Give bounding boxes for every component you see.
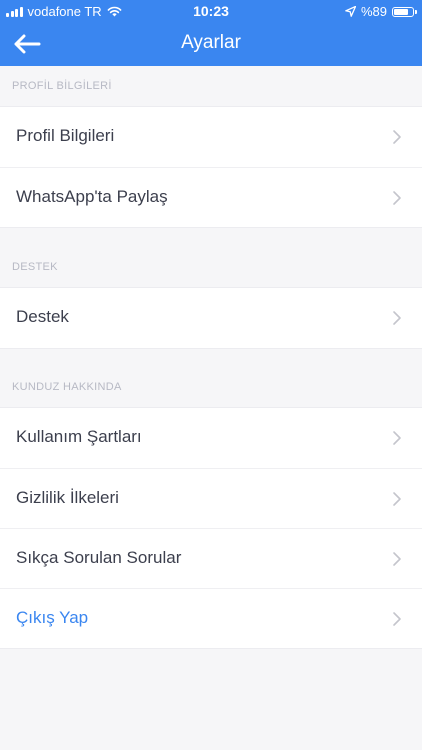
list-item-profile-info[interactable]: Profil Bilgileri [0, 107, 422, 167]
list-item-label: Sıkça Sorulan Sorular [16, 548, 182, 567]
group-support: Destek [0, 287, 422, 349]
section-header-about: KUNDUZ HAKKINDA [12, 381, 122, 393]
status-right: %89 [345, 4, 417, 19]
section-header-support: DESTEK [12, 261, 58, 273]
chevron-right-icon [393, 431, 401, 445]
logout-label: Çıkış Yap [16, 608, 89, 627]
list-item-faq[interactable]: Sıkça Sorulan Sorular [0, 528, 422, 588]
nav-bar: Ayarlar [0, 22, 422, 66]
chevron-right-icon [393, 311, 401, 325]
list-item-label: Destek [16, 307, 69, 326]
chevron-right-icon [393, 492, 401, 506]
list-item-label: WhatsApp'ta Paylaş [16, 187, 168, 206]
location-arrow-icon [345, 6, 356, 17]
list-item-label: Profil Bilgileri [16, 126, 115, 145]
chevron-right-icon [393, 130, 401, 144]
battery-percent: %89 [360, 4, 387, 19]
list-item-terms[interactable]: Kullanım Şartları [0, 408, 422, 468]
status-bar: vodafone TR 10:23 %89 [0, 0, 422, 22]
list-item-label: Gizlilik İlkeleri [16, 488, 119, 507]
chevron-right-icon [393, 612, 401, 626]
section-header-profile: PROFİL BİLGİLERİ [12, 80, 112, 92]
list-item-label: Kullanım Şartları [16, 427, 142, 446]
app-header: vodafone TR 10:23 %89 Ayarlar [0, 0, 422, 66]
group-profile: Profil Bilgileri WhatsApp'ta Paylaş [0, 106, 422, 228]
list-item-share-whatsapp[interactable]: WhatsApp'ta Paylaş [0, 167, 422, 227]
list-item-privacy[interactable]: Gizlilik İlkeleri [0, 468, 422, 528]
page-title: Ayarlar [181, 32, 241, 53]
battery-level [394, 8, 409, 15]
group-about: Kullanım Şartları Gizlilik İlkeleri Sıkç… [0, 407, 422, 649]
chevron-right-icon [393, 552, 401, 566]
list-item-logout[interactable]: Çıkış Yap [0, 588, 422, 648]
list-item-support[interactable]: Destek [0, 288, 422, 348]
chevron-right-icon [393, 191, 401, 205]
battery-icon [392, 6, 417, 17]
